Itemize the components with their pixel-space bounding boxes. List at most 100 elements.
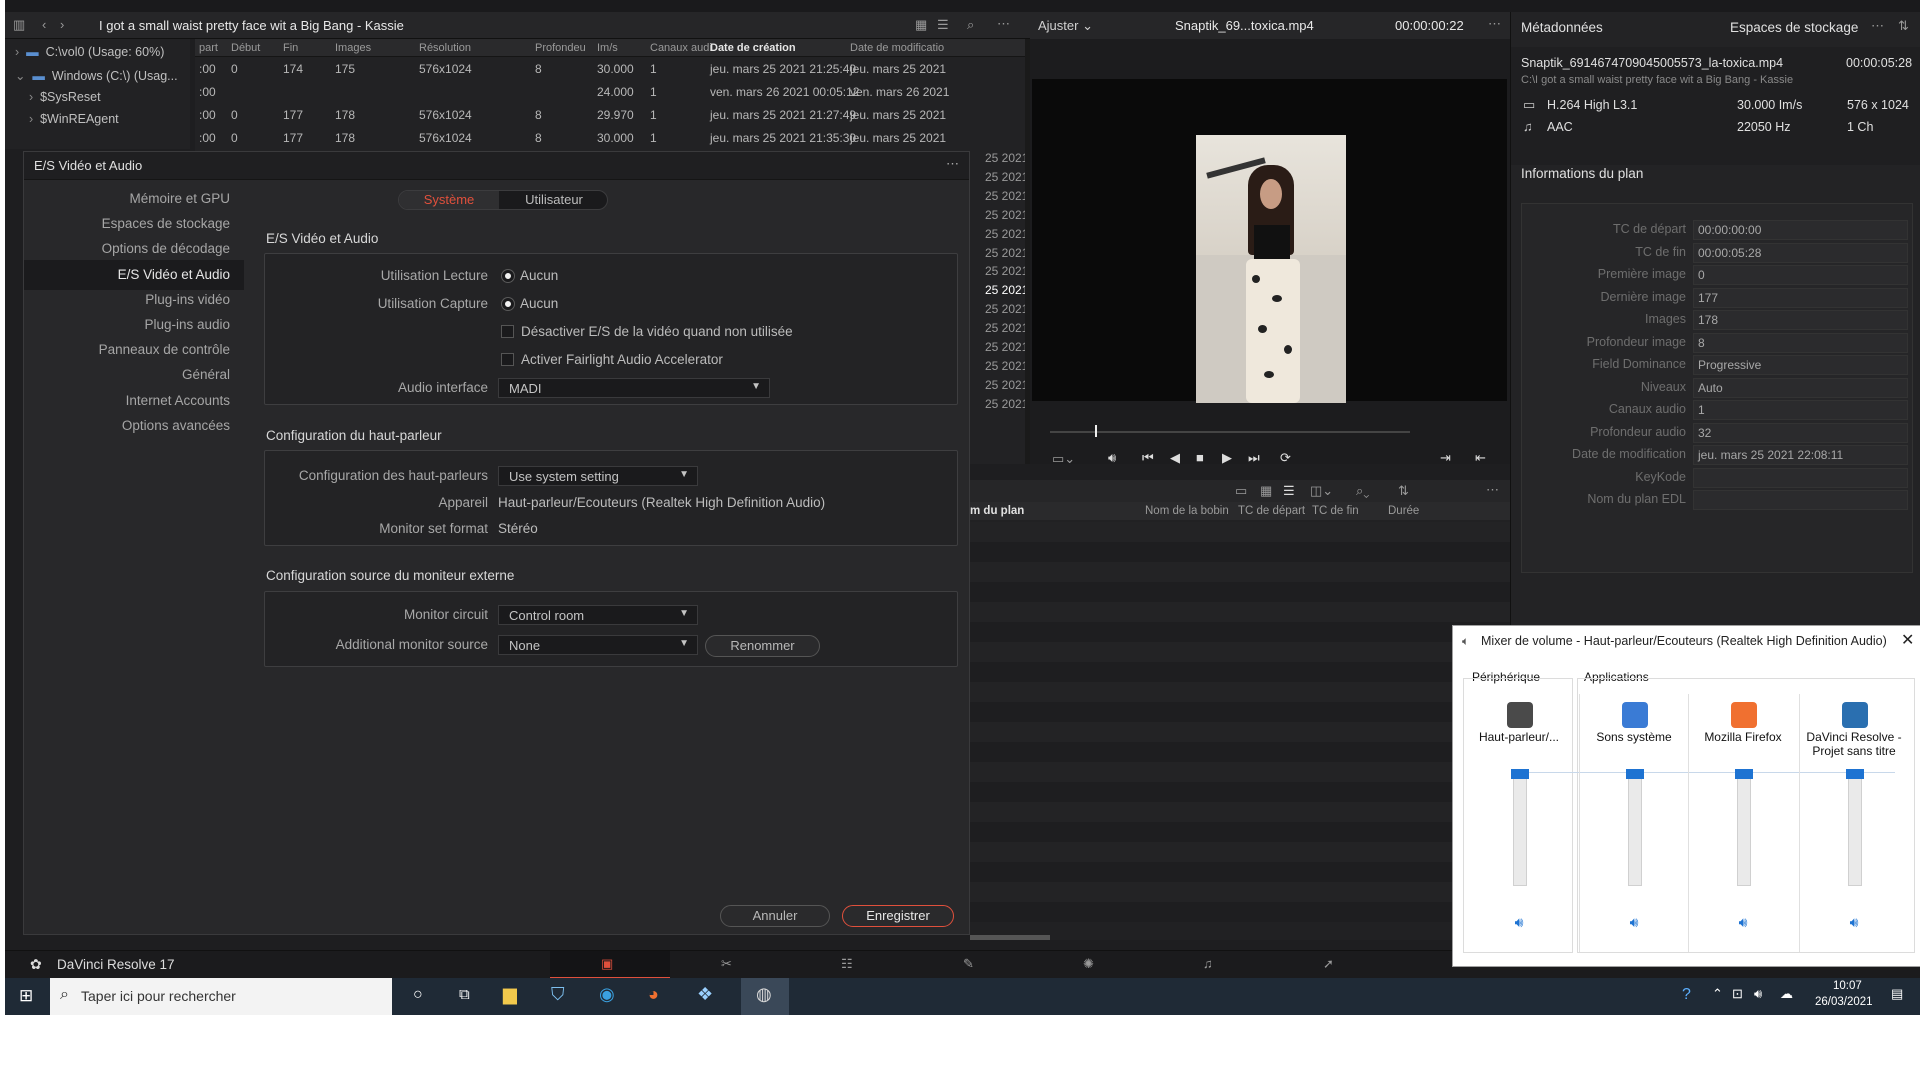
edit-page-icon[interactable]: ☷ (841, 956, 853, 972)
tab-metadata[interactable]: Métadonnées (1521, 20, 1603, 35)
grid-view-icon[interactable]: ▦ (915, 17, 927, 33)
fusion-page-icon[interactable]: ✎ (963, 956, 974, 972)
col-header[interactable]: Date de modificatio (850, 42, 944, 54)
field-value[interactable]: 00:00:05:28 (1693, 242, 1908, 263)
col-header[interactable]: TC de départ (1238, 505, 1305, 517)
close-icon[interactable]: ✕ (1901, 630, 1914, 650)
timeline-scrubber[interactable] (1050, 431, 1410, 433)
field-value[interactable]: 32 (1693, 422, 1908, 443)
filmstrip-icon[interactable]: ▭ (1235, 483, 1247, 499)
col-header[interactable]: Résolution (419, 42, 471, 54)
more-options-icon[interactable]: ⋯ (1488, 16, 1501, 32)
col-header[interactable]: Durée (1388, 505, 1419, 517)
fairlight-page-icon[interactable]: ♫ (1203, 956, 1213, 971)
network-icon[interactable]: ⊡ (1732, 986, 1743, 1002)
col-header[interactable]: Canaux audi (650, 42, 712, 54)
volume-slider-thumb[interactable] (1735, 769, 1753, 779)
mute-speaker-icon[interactable]: 🔊︎ (1580, 914, 1688, 931)
monitor-circuit-dropdown[interactable]: Control room ▼ (498, 605, 698, 625)
search-icon[interactable]: ⌕⌄ (1356, 483, 1369, 499)
field-value[interactable]: 00:00:00:00 (1693, 220, 1908, 240)
field-value[interactable]: 177 (1693, 287, 1908, 308)
davinci-taskbar-icon[interactable]: ❖ (697, 984, 713, 1005)
col-header[interactable]: m du plan (970, 505, 1024, 517)
file-explorer-icon[interactable]: ▆ (503, 984, 517, 1005)
reverse-play-icon[interactable]: ◀ (1170, 450, 1180, 466)
tree-item[interactable]: › $WinREAgent (29, 112, 119, 132)
stop-icon[interactable]: ■ (1196, 450, 1204, 465)
h-scrollbar[interactable] (970, 935, 1050, 940)
tab-user[interactable]: Utilisateur (501, 191, 607, 209)
deliver-page-icon[interactable]: ➚ (1323, 956, 1334, 972)
onedrive-icon[interactable]: ☁ (1780, 986, 1793, 1002)
help-icon[interactable]: ? (1682, 986, 1691, 1004)
playhead[interactable] (1095, 425, 1097, 437)
zoom-fit-dropdown[interactable]: Ajuster ⌄ (1038, 18, 1093, 34)
field-value[interactable] (1693, 467, 1908, 488)
rename-button[interactable]: Renommer (705, 635, 820, 657)
store-icon[interactable]: ⛉ (551, 984, 565, 1005)
volume-slider-track[interactable] (1513, 774, 1527, 886)
volume-slider-thumb[interactable] (1846, 769, 1864, 779)
additional-source-dropdown[interactable]: None ▼ (498, 635, 698, 655)
grid-view-icon[interactable]: ▦ (1260, 483, 1272, 499)
tab-system[interactable]: Système (399, 191, 499, 209)
edge-icon[interactable]: ◉ (599, 984, 615, 1005)
skip-to-end-icon[interactable]: ⏭︎ (1248, 450, 1260, 466)
forward-arrow-icon[interactable]: › (60, 17, 64, 32)
playback-radio[interactable] (502, 270, 514, 282)
cancel-button[interactable]: Annuler (720, 905, 830, 927)
layout-icon[interactable]: ◫⌄ (1310, 483, 1333, 499)
col-header[interactable]: Fin (283, 42, 298, 54)
search-icon[interactable]: ⌕ (967, 17, 974, 33)
disable-io-checkbox[interactable] (501, 325, 514, 338)
field-value[interactable]: 178 (1693, 310, 1908, 330)
tab-storage[interactable]: Espaces de stockage (1730, 20, 1858, 35)
table-row[interactable]: :00 0 177 178 576x1024 8 29.970 1 jeu. mars 25 2… (195, 104, 1030, 127)
capture-radio[interactable] (502, 298, 514, 310)
task-view-icon[interactable]: ⧉ (459, 986, 470, 1003)
more-options-icon[interactable]: ⋯ (997, 16, 1010, 32)
field-value[interactable]: 8 (1693, 332, 1908, 353)
col-header[interactable]: Nom de la bobin (1145, 505, 1229, 517)
back-arrow-icon[interactable]: ‹ (42, 17, 46, 32)
audio-speaker-icon[interactable]: 🔊︎ (1108, 450, 1116, 466)
tree-item[interactable]: ⌄ ▬ Windows (C:\) (Usag... (15, 68, 178, 88)
more-options-icon[interactable]: ⋯ (1486, 482, 1499, 498)
sidebar-toggle-icon[interactable]: ▥ (13, 17, 25, 33)
field-value[interactable]: 0 (1693, 265, 1908, 285)
field-value[interactable]: Progressive (1693, 355, 1908, 375)
play-icon[interactable]: ▶ (1222, 450, 1232, 466)
audio-interface-dropdown[interactable]: MADI ▼ (498, 378, 770, 398)
firefox-icon[interactable]: ◕ (648, 984, 659, 1005)
mute-speaker-icon[interactable]: 🔊︎ (1800, 914, 1908, 931)
windows-start-icon[interactable]: ⊞ (19, 986, 33, 1006)
mark-out-icon[interactable]: ⇤ (1475, 450, 1486, 466)
more-options-icon[interactable]: ⋯ (1871, 18, 1884, 34)
volume-slider-thumb[interactable] (1511, 769, 1529, 779)
volume-slider-track[interactable] (1737, 774, 1751, 886)
notifications-icon[interactable]: ▤ (1891, 986, 1903, 1002)
nav-item[interactable]: Options avancées (24, 411, 244, 441)
col-header[interactable]: TC de fin (1312, 505, 1359, 517)
col-header[interactable]: Profondeu (535, 42, 586, 54)
list-view-icon[interactable]: ☰ (937, 17, 949, 33)
sort-icon[interactable]: ⇅ (1398, 483, 1409, 499)
col-header[interactable]: Début (231, 42, 260, 54)
table-row[interactable]: :00 24.000 1 ven. mars 26 2021 00:05:12 ven.… (195, 81, 1030, 104)
clock-date[interactable]: 26/03/2021 (1815, 996, 1873, 1008)
list-view-icon[interactable]: ☰ (1283, 483, 1295, 499)
color-page-icon[interactable]: ✺ (1083, 956, 1094, 972)
col-header[interactable]: Images (335, 42, 371, 54)
mark-in-icon[interactable]: ⇥ (1440, 450, 1451, 466)
tree-item[interactable]: › $SysReset (29, 90, 101, 110)
clip-view-icon[interactable]: ▭⌄ (1052, 451, 1075, 467)
taskbar-search[interactable]: ⌕ Taper ici pour rechercher (50, 978, 392, 1015)
fairlight-checkbox[interactable] (501, 353, 514, 366)
loop-icon[interactable]: ⟳ (1280, 450, 1291, 466)
field-value[interactable]: 1 (1693, 400, 1908, 420)
chevron-up-icon[interactable]: ⌃ (1712, 986, 1723, 1002)
sort-icon[interactable]: ⇅ (1898, 18, 1909, 34)
tree-item[interactable]: › ▬ C:\vol0 (Usage: 60%) (15, 45, 164, 65)
clock-time[interactable]: 10:07 (1833, 980, 1862, 992)
